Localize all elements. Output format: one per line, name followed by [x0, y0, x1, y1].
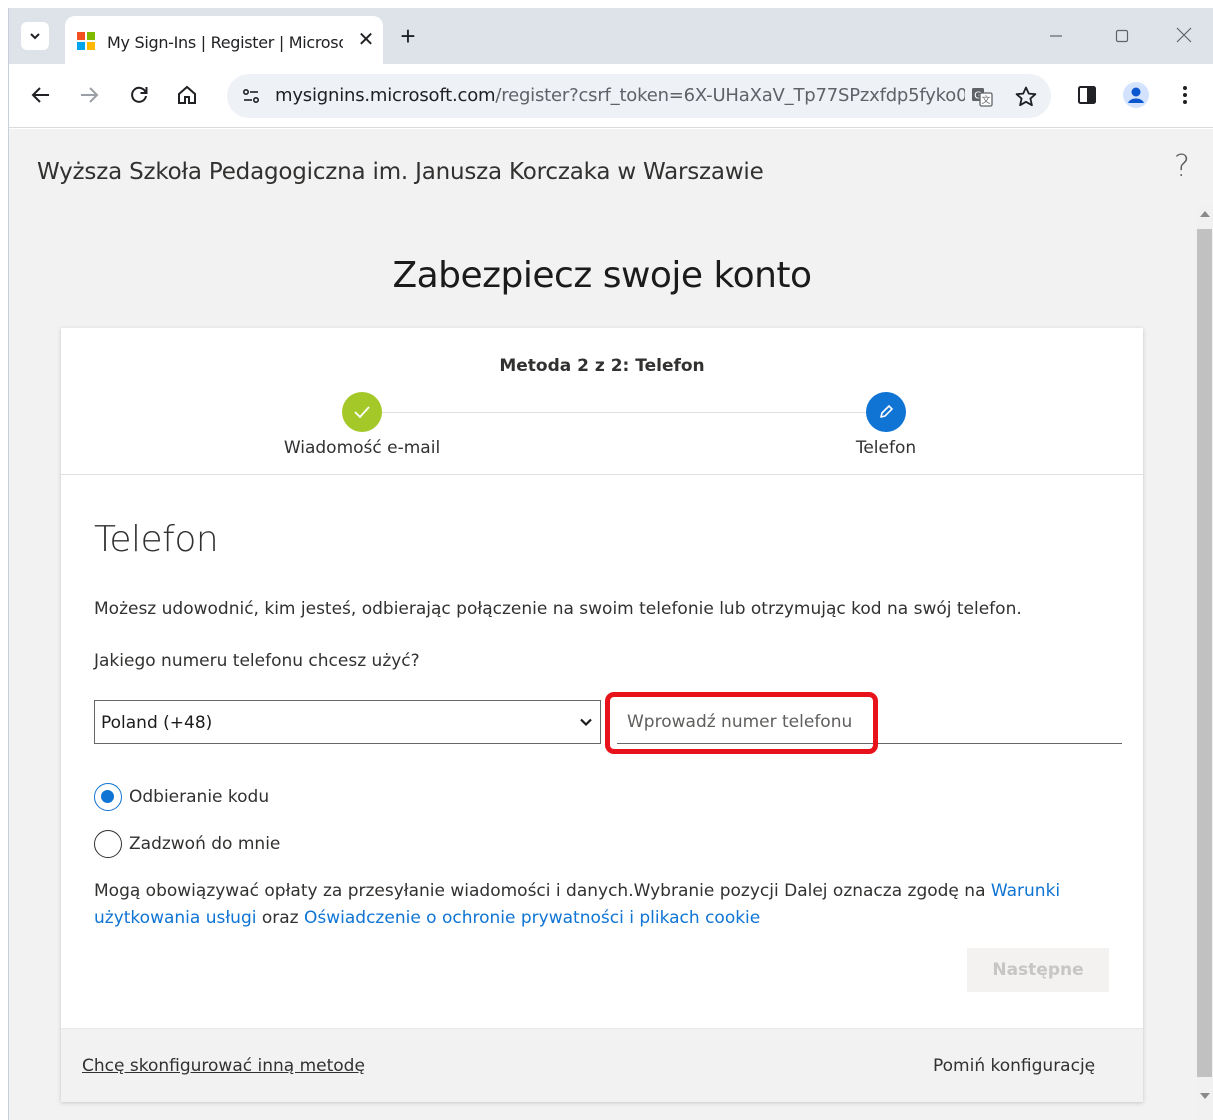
highlight-annotation: [605, 692, 878, 754]
svg-text:文: 文: [981, 94, 990, 106]
card-divider: [61, 474, 1143, 475]
chevron-down-icon: [30, 33, 40, 40]
org-name: Wyższa Szkoła Pedagogiczna im. Janusza K…: [37, 159, 764, 185]
pencil-icon: [880, 405, 893, 418]
legal-conjunction: oraz: [256, 908, 305, 928]
tab-search-button[interactable]: [21, 22, 49, 50]
scroll-up-arrow-icon[interactable]: [1200, 211, 1210, 217]
home-icon[interactable]: [173, 81, 201, 109]
browser-window: My Sign-Ins | Register | Microsoft ✕ + m…: [8, 8, 1213, 1120]
close-icon[interactable]: ✕: [355, 29, 377, 51]
radio-call-me-label[interactable]: Zadzwoń do mnie: [129, 834, 280, 854]
legal-text: Mogą obowiązywać opłaty za przesyłanie w…: [94, 881, 991, 901]
translate-icon[interactable]: G文: [969, 84, 995, 110]
org-header: Wyższa Szkoła Pedagogiczna im. Janusza K…: [9, 129, 1213, 205]
page-title: Zabezpiecz swoje konto: [392, 255, 812, 296]
browser-tab[interactable]: My Sign-Ins | Register | Microsoft ✕: [65, 16, 383, 64]
country-code-value: Poland (+48): [101, 713, 213, 733]
checkmark-icon: [354, 406, 370, 419]
step-email-complete: [342, 392, 382, 432]
radio-call-me[interactable]: [94, 830, 122, 858]
progress-line: [381, 412, 867, 413]
setup-card: Metoda 2 z 2: Telefon Wiadomość e-mail T…: [61, 328, 1143, 1102]
browser-toolbar: mysignins.microsoft.com/register?csrf_to…: [9, 64, 1213, 128]
scroll-down-arrow-icon[interactable]: [1200, 1093, 1210, 1099]
scrollbar[interactable]: [1195, 205, 1213, 1120]
url-text: mysignins.microsoft.com/register?csrf_to…: [275, 85, 965, 106]
page: Wyższa Szkoła Pedagogiczna im. Janusza K…: [9, 129, 1213, 1120]
maximize-icon[interactable]: [1107, 22, 1137, 52]
side-panel-icon[interactable]: [1073, 81, 1101, 109]
privacy-link[interactable]: Oświadczenie o ochronie prywatności i pl…: [304, 908, 760, 928]
step-title: Metoda 2 z 2: Telefon: [499, 356, 705, 376]
address-bar[interactable]: mysignins.microsoft.com/register?csrf_to…: [227, 74, 1051, 118]
help-icon[interactable]: ?: [1174, 149, 1190, 184]
skip-setup-link[interactable]: Pomiń konfigurację: [933, 1056, 1095, 1076]
profile-icon[interactable]: [1122, 81, 1150, 109]
site-settings-icon[interactable]: [239, 84, 263, 108]
tab-strip: My Sign-Ins | Register | Microsoft ✕ +: [9, 8, 1213, 64]
minimize-icon[interactable]: [1041, 22, 1071, 52]
url-host: mysignins.microsoft.com: [275, 85, 496, 106]
step-email-label: Wiadomość e-mail: [283, 438, 441, 458]
radio-receive-code[interactable]: [94, 783, 122, 811]
step-phone-current: [866, 392, 906, 432]
chevron-down-icon: [580, 718, 592, 727]
plus-icon[interactable]: +: [395, 23, 421, 50]
reload-icon[interactable]: [125, 81, 153, 109]
legal-notice: Mogą obowiązywać opłaty za przesyłanie w…: [94, 878, 1104, 932]
radio-receive-code-label[interactable]: Odbieranie kodu: [129, 787, 269, 807]
main-content: Zabezpiecz swoje konto Metoda 2 z 2: Tel…: [9, 205, 1195, 1120]
description: Możesz udowodnić, kim jesteś, odbierając…: [94, 599, 1022, 619]
url-path: /register?csrf_token=6X-UHaXaV_Tp77SPzxf…: [495, 85, 965, 106]
card-footer: Chcę skonfigurować inną metodę Pomiń kon…: [61, 1028, 1143, 1102]
section-title: Telefon: [94, 519, 219, 560]
step-phone-label: Telefon: [855, 438, 917, 458]
forward-icon[interactable]: [75, 81, 103, 109]
more-icon[interactable]: [1171, 81, 1199, 109]
other-method-link[interactable]: Chcę skonfigurować inną metodę: [82, 1056, 365, 1076]
star-icon[interactable]: [1013, 84, 1039, 110]
close-window-icon[interactable]: [1169, 22, 1199, 52]
phone-question: Jakiego numeru telefonu chcesz użyć?: [94, 651, 420, 671]
scroll-thumb[interactable]: [1197, 229, 1212, 1077]
country-code-select[interactable]: Poland (+48): [94, 700, 601, 744]
next-button[interactable]: Następne: [967, 948, 1109, 992]
tab-title: My Sign-Ins | Register | Microsoft: [107, 33, 343, 52]
microsoft-logo-icon: [77, 32, 95, 50]
back-icon[interactable]: [27, 81, 55, 109]
